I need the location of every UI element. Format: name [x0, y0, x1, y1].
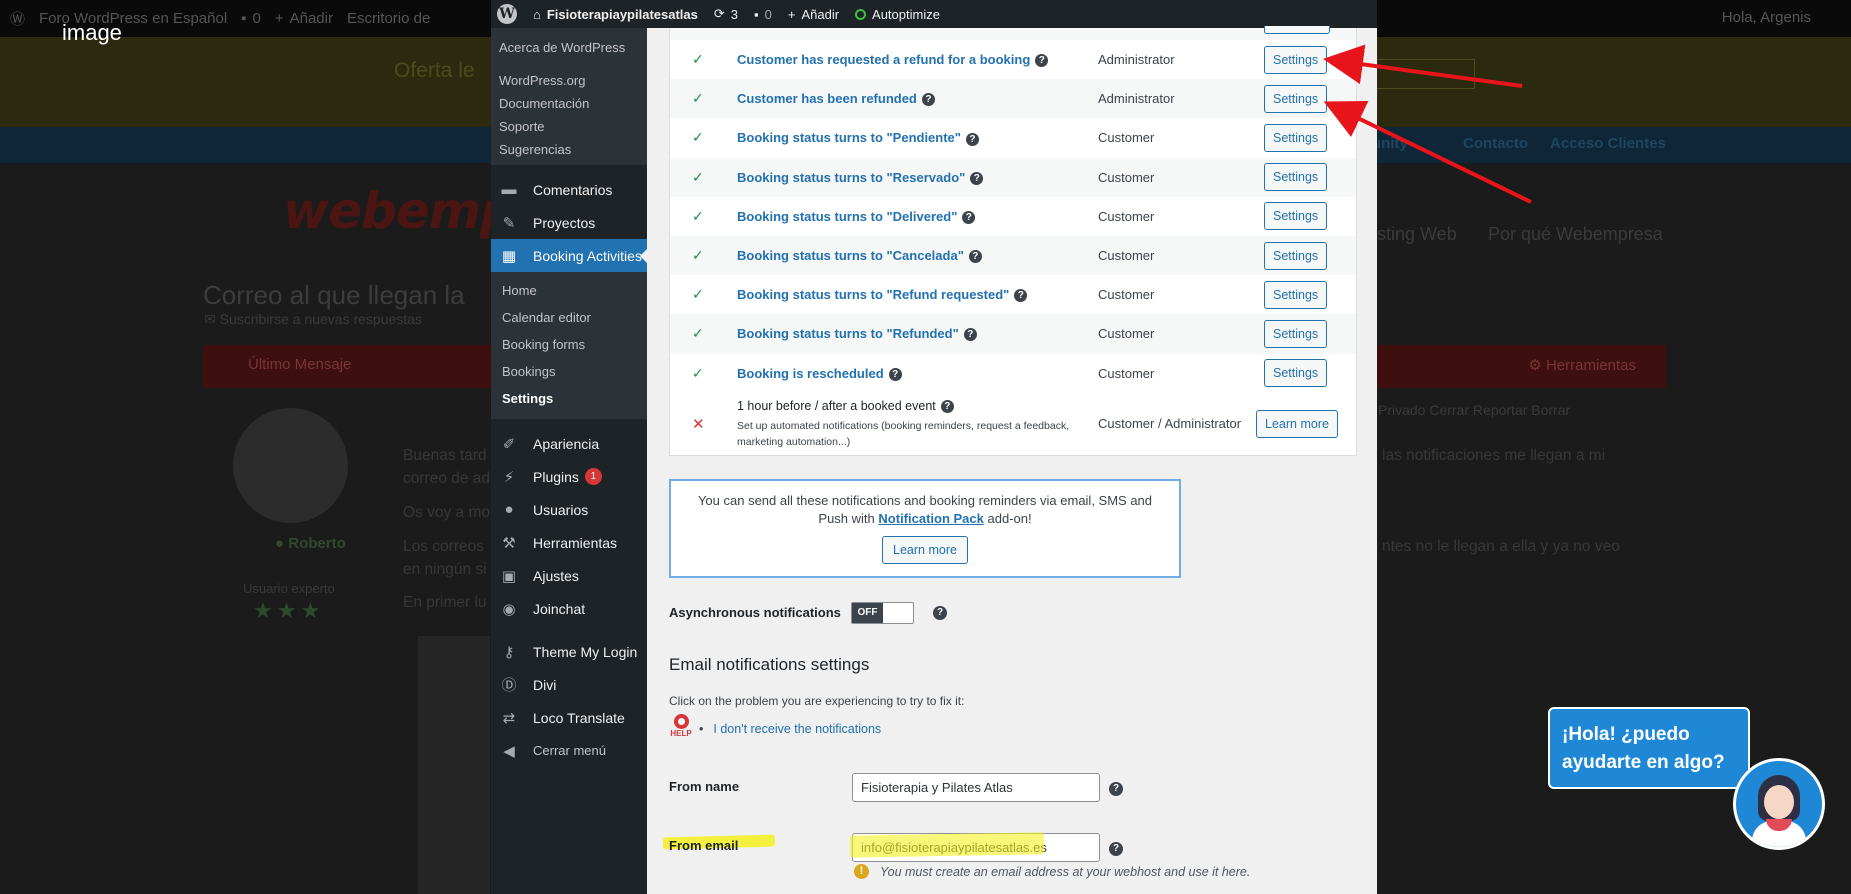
chat-avatar-button[interactable] — [1733, 758, 1825, 850]
red-arrow — [1323, 44, 1523, 88]
red-arrow — [1323, 100, 1532, 204]
avatar-face — [1764, 785, 1794, 819]
chat-greeting-line: ¡Hola! ¿puedo — [1562, 724, 1690, 745]
chat-greeting-bubble[interactable]: ¡Hola! ¿puedo ayudarte en algo? — [1548, 707, 1750, 789]
chat-greeting-line: ayudarte en algo? — [1562, 752, 1725, 773]
